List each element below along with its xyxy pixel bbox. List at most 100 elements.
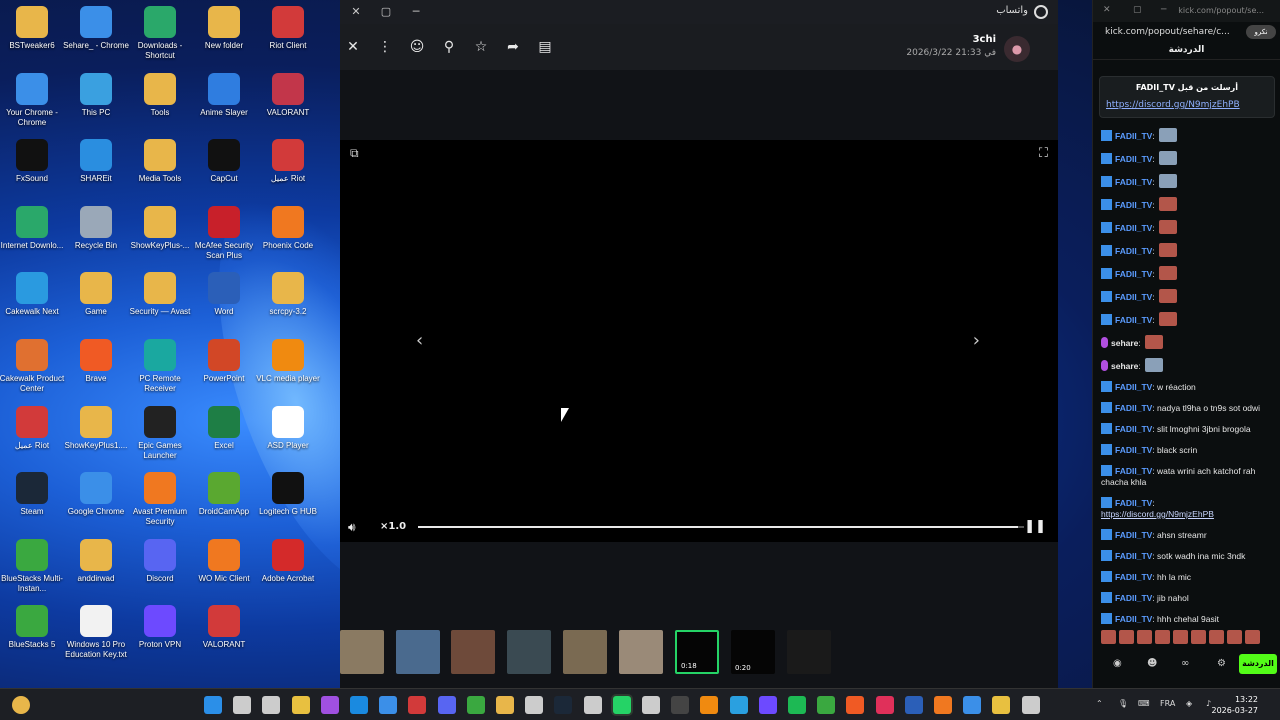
taskbar-app-icon[interactable] xyxy=(963,696,982,714)
emote-icon[interactable] xyxy=(1173,630,1188,644)
taskbar-app-icon[interactable] xyxy=(437,696,456,714)
desktop-icon[interactable]: Steam xyxy=(0,472,64,517)
minimize-window-icon[interactable]: ─ xyxy=(1161,5,1166,15)
taskbar-app-icon[interactable] xyxy=(320,696,339,714)
desktop-icon[interactable]: VALORANT xyxy=(256,72,320,118)
desktop-icon[interactable]: Riot Client xyxy=(256,6,320,51)
settings-gear-icon[interactable]: ⚙ xyxy=(1217,658,1226,669)
chat-username[interactable]: FADII_TV xyxy=(1115,593,1152,603)
media-thumbnail[interactable] xyxy=(787,630,831,674)
chat-username[interactable]: FADII_TV xyxy=(1115,445,1152,455)
chat-username[interactable]: FADII_TV xyxy=(1115,315,1152,325)
desktop-icon[interactable]: This PC xyxy=(64,72,128,118)
chat-username[interactable]: FADII_TV xyxy=(1115,223,1152,233)
taskbar-app-icon[interactable] xyxy=(525,696,544,714)
taskbar-app-icon[interactable] xyxy=(729,696,748,714)
send-chat-button[interactable]: الدردشة xyxy=(1239,654,1277,674)
close-window-icon[interactable]: ✕ xyxy=(1103,5,1111,15)
desktop-icon[interactable]: Cakewalk Product Center xyxy=(0,339,64,394)
desktop-icon[interactable]: Security — Avast xyxy=(128,272,192,317)
taskbar-app-icon[interactable] xyxy=(846,696,865,714)
taskbar-app-icon[interactable] xyxy=(904,696,923,714)
desktop-icon[interactable]: Your Chrome - Chrome xyxy=(0,72,64,128)
desktop-icon[interactable]: New folder xyxy=(192,6,256,51)
close-window-icon[interactable]: ✕ xyxy=(348,4,364,20)
chat-username[interactable]: FADII_TV xyxy=(1115,200,1152,210)
volume-icon[interactable]: 🔊︎ xyxy=(348,520,356,535)
desktop-icon[interactable]: Game xyxy=(64,272,128,317)
video-player[interactable]: ⧉ ⛶ ‹ › 🔊︎ ×1.0 ❚❚ xyxy=(340,140,1058,542)
desktop-icon[interactable]: Excel xyxy=(192,405,256,451)
desktop-icon[interactable]: FxSound xyxy=(0,139,64,184)
desktop-icon[interactable]: عميل Riot xyxy=(0,405,64,451)
chat-username[interactable]: FADII_TV xyxy=(1115,292,1152,302)
picture-in-picture-icon[interactable]: ⧉ xyxy=(350,146,359,161)
desktop-icon[interactable]: Recycle Bin xyxy=(64,205,128,251)
weather-icon[interactable] xyxy=(12,696,30,714)
desktop-icon[interactable]: Word xyxy=(192,272,256,317)
desktop-icon[interactable]: anddirwad xyxy=(64,538,128,584)
playback-speed[interactable]: ×1.0 xyxy=(380,521,406,532)
taskbar-app-icon[interactable] xyxy=(934,696,952,714)
desktop-icon[interactable]: PowerPoint xyxy=(192,339,256,384)
pinned-link[interactable]: https://discord.gg/N9mjzEhPB xyxy=(1106,100,1240,110)
desktop-icon[interactable]: Internet Downlo... xyxy=(0,205,64,251)
desktop-icon[interactable]: Phoenix Code xyxy=(256,205,320,251)
taskbar-app-icon[interactable] xyxy=(466,696,485,714)
taskbar-app-icon[interactable] xyxy=(262,696,281,714)
keyboard-icon[interactable]: ⌨ xyxy=(1138,699,1150,708)
taskbar-app-icon[interactable] xyxy=(700,696,719,714)
desktop-icon[interactable]: DroidCamApp xyxy=(192,472,256,517)
emote-icon[interactable] xyxy=(1191,630,1206,644)
desktop-icon[interactable]: عميل Riot xyxy=(256,139,320,184)
taskbar-app-icon[interactable] xyxy=(583,696,602,714)
desktop-icon[interactable]: Media Tools xyxy=(128,139,192,184)
chat-username[interactable]: FADII_TV xyxy=(1115,131,1152,141)
network-icon[interactable]: ◈ xyxy=(1186,699,1192,708)
desktop-icon[interactable]: McAfee Security Scan Plus xyxy=(192,205,256,261)
taskbar-app-icon[interactable] xyxy=(379,696,398,714)
desktop-icon[interactable]: Anime Slayer xyxy=(192,72,256,118)
desktop-icon[interactable]: Windows 10 Pro Education Key.txt xyxy=(64,605,128,660)
emote-icon[interactable] xyxy=(1101,630,1116,644)
taskbar-app-icon[interactable] xyxy=(875,696,894,714)
desktop-icon[interactable]: scrcpy-3.2 xyxy=(256,272,320,317)
tab-chat[interactable]: الدردشة xyxy=(1093,42,1280,60)
taskbar-app-icon[interactable] xyxy=(233,696,252,714)
chat-username[interactable]: FADII_TV xyxy=(1115,466,1152,476)
chat-username[interactable]: FADII_TV xyxy=(1115,572,1152,582)
desktop-icon[interactable]: BlueStacks Multi-Instan... xyxy=(0,538,64,594)
media-thumbnail[interactable]: 0:20 xyxy=(731,630,775,674)
avatar[interactable]: ● xyxy=(1004,36,1030,62)
desktop-icon[interactable]: CapCut xyxy=(192,139,256,184)
taskbar-app-icon[interactable] xyxy=(554,696,573,714)
language-indicator[interactable]: FRA xyxy=(1160,699,1175,708)
taskbar-app-icon[interactable] xyxy=(788,696,806,714)
desktop-icon[interactable]: Google Chrome xyxy=(64,472,128,517)
tray-overflow-icon[interactable]: ⌃ xyxy=(1096,699,1103,708)
chat-username[interactable]: FADII_TV xyxy=(1115,177,1152,187)
media-thumbnail[interactable] xyxy=(563,630,607,674)
desktop-icon[interactable]: WO Mic Client xyxy=(192,538,256,584)
desktop-icon[interactable]: Epic Games Launcher xyxy=(128,405,192,461)
desktop-icon[interactable]: Avast Premium Security xyxy=(128,472,192,527)
taskbar-app-icon[interactable] xyxy=(496,696,514,714)
chat-username[interactable]: sehare xyxy=(1111,361,1138,371)
chat-username[interactable]: FADII_TV xyxy=(1115,269,1152,279)
desktop-icon[interactable]: Sehare_ - Chrome xyxy=(63,6,129,51)
previous-media-icon[interactable]: ‹ xyxy=(416,330,423,351)
emote-icon[interactable] xyxy=(1209,630,1224,644)
emote-icon[interactable] xyxy=(1119,630,1134,644)
chat-username[interactable]: FADII_TV xyxy=(1115,246,1152,256)
clock[interactable]: 13:22 2026-03-27 xyxy=(1212,694,1259,716)
forward-icon[interactable]: ➦ xyxy=(504,38,522,56)
media-thumbnail[interactable] xyxy=(396,630,440,674)
link-icon[interactable]: ∞ xyxy=(1181,658,1189,669)
desktop-icon[interactable]: ShowKeyPlus1.... xyxy=(64,405,128,451)
chat-username[interactable]: FADII_TV xyxy=(1115,424,1152,434)
emoji-react-icon[interactable]: ☺ xyxy=(408,38,426,56)
chat-username[interactable]: FADII_TV xyxy=(1115,551,1152,561)
volume-icon[interactable]: ♪ xyxy=(1206,699,1211,708)
desktop-icon[interactable]: Discord xyxy=(128,538,192,584)
desktop-icon[interactable]: PC Remote Receiver xyxy=(128,339,192,394)
